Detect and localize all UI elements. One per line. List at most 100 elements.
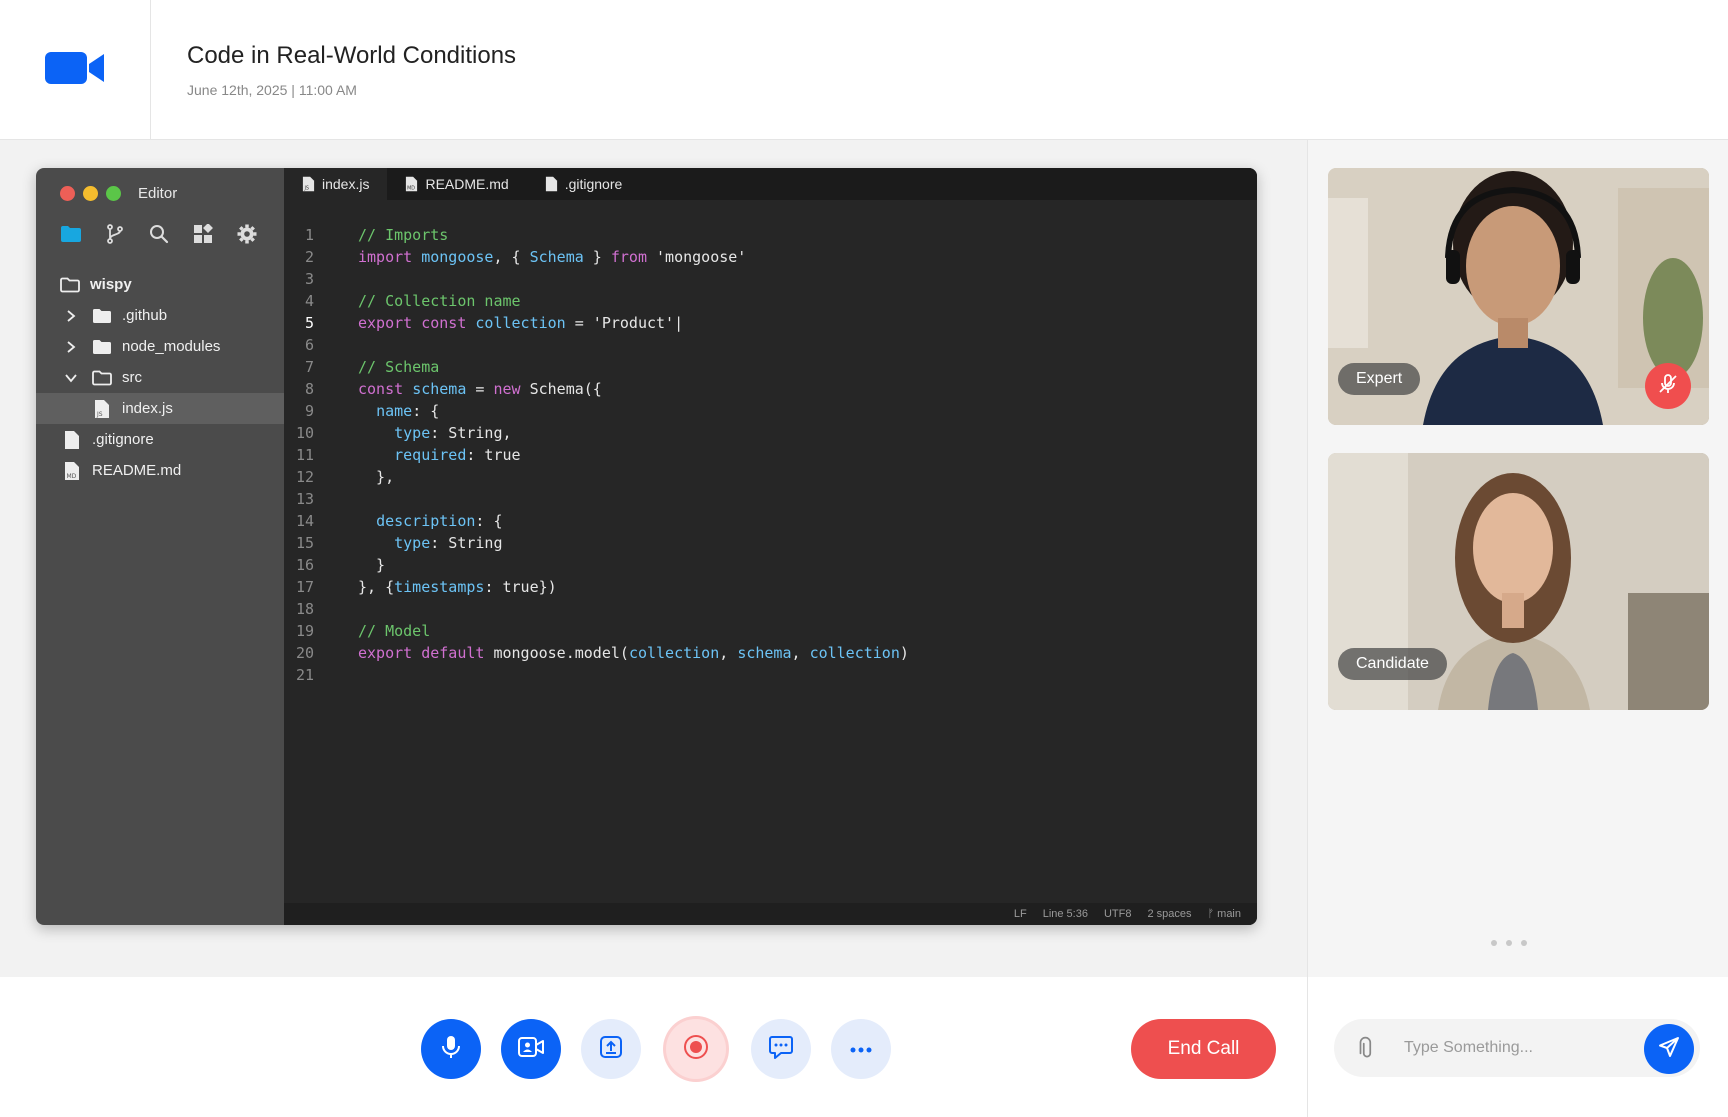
code-line[interactable]: 1 // Imports: [284, 224, 1257, 246]
pagination-dots[interactable]: [1491, 940, 1527, 946]
code-line[interactable]: 6: [284, 334, 1257, 356]
code-line[interactable]: 5 export const collection = 'Product'|: [284, 312, 1257, 334]
attachment-icon[interactable]: [1354, 1036, 1380, 1067]
code-text: },: [358, 468, 395, 486]
video-tile-candidate[interactable]: Candidate: [1328, 453, 1709, 710]
status-cursor-position[interactable]: Line 5:36: [1043, 908, 1088, 920]
code-line[interactable]: 7 // Schema: [284, 356, 1257, 378]
code-line[interactable]: 3: [284, 268, 1257, 290]
code-line[interactable]: 12 },: [284, 466, 1257, 488]
chat-button[interactable]: [751, 1019, 811, 1079]
markdown-file-icon: MD: [62, 461, 82, 481]
editor-sidebar: Editor wispy .github node_modules src JS…: [36, 168, 284, 925]
tree-item-gitignore[interactable]: .gitignore: [36, 424, 284, 455]
tree-item-label: .github: [122, 307, 168, 324]
call-controls-bar: End Call: [0, 977, 1307, 1117]
code-text: type: String,: [394, 424, 512, 442]
tree-item-wispy[interactable]: wispy: [36, 269, 284, 300]
search-icon[interactable]: [148, 223, 170, 245]
line-number: 15: [295, 534, 314, 552]
code-line[interactable]: 19 // Model: [284, 620, 1257, 642]
microphone-button[interactable]: [421, 1019, 481, 1079]
status-git-branch[interactable]: ᚠ main: [1208, 908, 1242, 920]
line-number: 9: [304, 402, 314, 420]
code-text: // Imports: [358, 226, 449, 244]
line-number: 8: [304, 380, 314, 398]
chevron-right-icon[interactable]: [64, 309, 78, 323]
tab-label: index.js: [322, 176, 370, 192]
js-file-icon: JS: [302, 176, 315, 192]
tree-item-node-modules[interactable]: node_modules: [36, 331, 284, 362]
code-text: export const collection = 'Product'|: [358, 314, 684, 332]
code-line[interactable]: 4 // Collection name: [284, 290, 1257, 312]
logo: [0, 0, 151, 140]
tree-item-index-js[interactable]: JS index.js: [36, 393, 284, 424]
status-eol[interactable]: LF: [1014, 908, 1027, 920]
code-line[interactable]: 18: [284, 598, 1257, 620]
code-line[interactable]: 21: [284, 664, 1257, 686]
pagination-dot[interactable]: [1491, 940, 1497, 946]
end-call-button[interactable]: End Call: [1131, 1019, 1276, 1079]
maximize-window-button[interactable]: [106, 186, 121, 201]
video-camera-icon: [45, 50, 105, 91]
line-number: 16: [295, 556, 314, 574]
record-button[interactable]: [666, 1019, 726, 1079]
folder-icon[interactable]: [60, 223, 82, 245]
chevron-right-icon[interactable]: [64, 340, 78, 354]
tab-label: README.md: [425, 176, 509, 192]
code-line[interactable]: 2 import mongoose, { Schema } from 'mongo…: [284, 246, 1257, 268]
pagination-dot[interactable]: [1506, 940, 1512, 946]
code-content[interactable]: 1 // Imports 2 import mongoose, { Schema } …: [284, 224, 1257, 686]
send-button[interactable]: [1644, 1024, 1694, 1074]
close-window-button[interactable]: [60, 186, 75, 201]
participants-panel: Expert Candidate: [1307, 140, 1728, 977]
code-pane: JS index.js MD README.md .gitignore 1 //…: [284, 168, 1257, 925]
code-line[interactable]: 13: [284, 488, 1257, 510]
editor-status-bar: LF Line 5:36 UTF8 2 spaces ᚠ main: [284, 903, 1257, 925]
code-line[interactable]: 15 type: String: [284, 532, 1257, 554]
status-encoding[interactable]: UTF8: [1104, 908, 1132, 920]
status-indentation[interactable]: 2 spaces: [1147, 908, 1191, 920]
code-line[interactable]: 8 const schema = new Schema({: [284, 378, 1257, 400]
code-line[interactable]: 20 export default mongoose.model(collecti…: [284, 642, 1257, 664]
line-number: 18: [295, 600, 314, 618]
svg-text:MD: MD: [67, 473, 77, 480]
code-line[interactable]: 14 description: {: [284, 510, 1257, 532]
pagination-dot[interactable]: [1521, 940, 1527, 946]
code-text: }: [358, 556, 386, 574]
microphone-muted-button[interactable]: [1645, 363, 1691, 409]
chevron-down-icon[interactable]: [64, 371, 78, 385]
chat-input[interactable]: [1404, 1029, 1624, 1067]
line-number: 11: [295, 446, 314, 464]
code-text: // Schema: [358, 358, 440, 376]
tree-item-label: wispy: [90, 276, 132, 293]
code-line[interactable]: 16 }: [284, 554, 1257, 576]
code-line[interactable]: 10 type: String,: [284, 422, 1257, 444]
tab-index-js[interactable]: JS index.js: [284, 168, 388, 200]
tree-item-readme[interactable]: MD README.md: [36, 455, 284, 486]
tree-item-src[interactable]: src: [36, 362, 284, 393]
git-branch-icon[interactable]: [104, 223, 126, 245]
extensions-icon[interactable]: [192, 223, 214, 245]
sidebar-toolbar: [60, 223, 258, 245]
more-button[interactable]: [831, 1019, 891, 1079]
code-text: }, {timestamps: true}): [358, 578, 557, 596]
share-screen-button[interactable]: [581, 1019, 641, 1079]
settings-icon[interactable]: [236, 223, 258, 245]
js-file-icon: JS: [92, 399, 112, 419]
folder-icon: [92, 306, 112, 326]
code-line[interactable]: 17}, {timestamps: true}): [284, 576, 1257, 598]
video-tile-expert[interactable]: Expert: [1328, 168, 1709, 425]
tab-gitignore[interactable]: .gitignore: [527, 168, 641, 200]
record-icon: [683, 1034, 709, 1065]
line-number: 12: [295, 468, 314, 486]
tree-item-label: README.md: [92, 462, 182, 479]
markdown-file-icon: MD: [405, 176, 418, 192]
minimize-window-button[interactable]: [83, 186, 98, 201]
tree-item-github[interactable]: .github: [36, 300, 284, 331]
tab-readme[interactable]: MD README.md: [387, 168, 526, 200]
code-line[interactable]: 9 name: {: [284, 400, 1257, 422]
code-line[interactable]: 11 required: true: [284, 444, 1257, 466]
camera-button[interactable]: [501, 1019, 561, 1079]
code-editor-window: Editor wispy .github node_modules src JS…: [36, 168, 1257, 925]
